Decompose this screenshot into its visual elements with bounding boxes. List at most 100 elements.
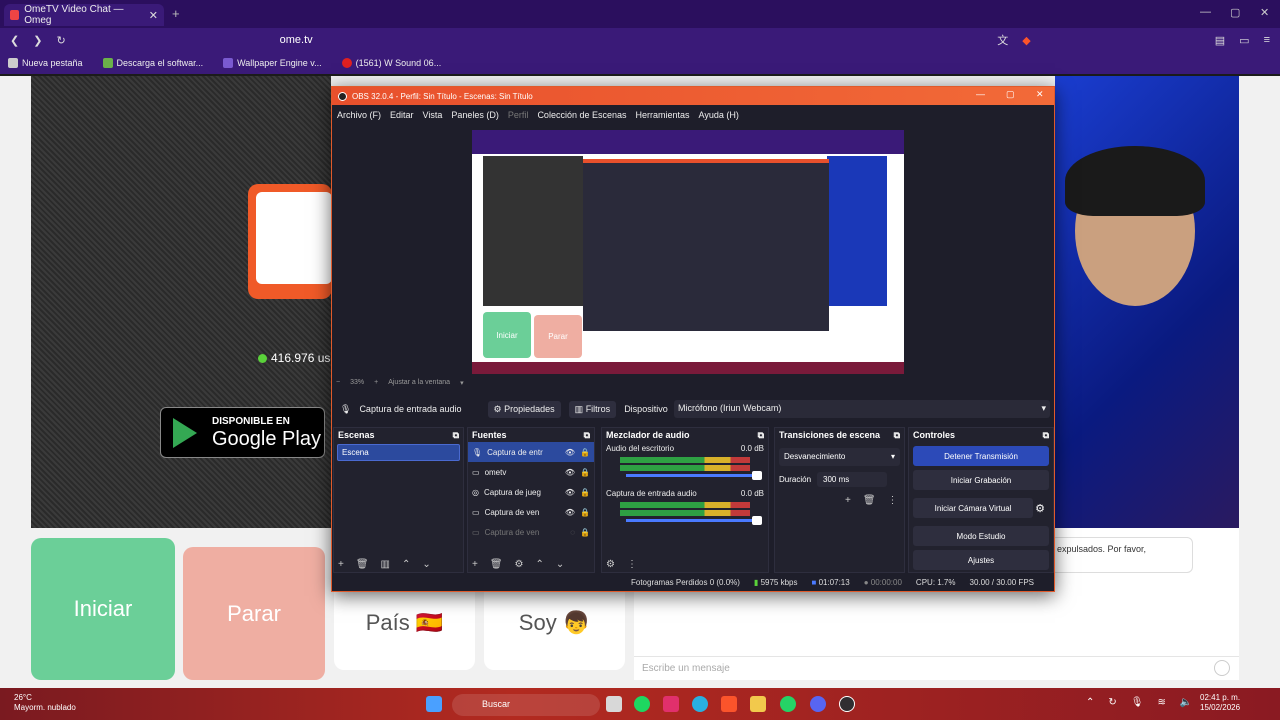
undock-icon[interactable]: ⧉ — [453, 430, 459, 440]
translate-icon[interactable]: 文 — [997, 32, 1008, 48]
brave-shield-icon[interactable]: ◆ — [1022, 34, 1030, 47]
menu-herramientas[interactable]: Herramientas — [636, 110, 690, 120]
source-row[interactable]: 🎙 Captura de entr 👁 🔒 — [468, 442, 594, 462]
instagram-icon[interactable] — [663, 696, 679, 712]
source-row[interactable]: ▭ Captura de ven 👁 🔒 — [468, 502, 594, 522]
maximize-icon[interactable]: ▢ — [1230, 6, 1240, 19]
lock-icon[interactable]: 🔒 — [580, 468, 590, 477]
gear-icon[interactable]: ⚙ — [515, 559, 524, 570]
source-row[interactable]: ▭ Captura de ven ◌ 🔒 — [468, 522, 594, 542]
bookmark-item[interactable]: Descarga el softwar... — [102, 58, 203, 69]
eye-icon[interactable]: 👁 — [565, 508, 575, 517]
menu-vista[interactable]: Vista — [423, 110, 443, 120]
more-icon[interactable]: ⋮ — [627, 559, 637, 570]
wallet-icon[interactable]: ▭ — [1239, 34, 1249, 47]
undock-icon[interactable]: ⧉ — [584, 430, 590, 440]
menu-coleccion[interactable]: Colección de Escenas — [537, 110, 626, 120]
obs-close-icon[interactable]: ✕ — [1036, 89, 1044, 100]
start-recording-button[interactable]: Iniciar Grabación — [913, 470, 1049, 490]
filters-button[interactable]: ▥ Filtros — [568, 400, 617, 418]
trash-icon[interactable]: 🗑 — [863, 495, 876, 506]
virtual-camera-button[interactable]: Iniciar Cámara Virtual — [913, 498, 1034, 518]
google-play-badge[interactable]: DISPONIBLE EN Google Play — [160, 407, 325, 458]
mic-muted-icon[interactable]: 🎙 — [1131, 697, 1144, 708]
add-icon[interactable]: + — [472, 559, 478, 570]
lock-icon[interactable]: 🔒 — [580, 448, 590, 457]
volume-slider[interactable] — [626, 516, 762, 525]
settings-button[interactable]: Ajustes — [913, 550, 1049, 570]
obs-minimize-icon[interactable]: — — [976, 89, 985, 99]
back-icon[interactable]: ❮ — [10, 34, 19, 47]
bookmark-item[interactable]: Nueva pestaña — [8, 58, 83, 69]
arrow-up-icon[interactable]: ⌃ — [536, 559, 544, 570]
windows-start-icon[interactable] — [426, 696, 442, 712]
close-window-icon[interactable]: ✕ — [1260, 6, 1269, 19]
chevron-down-icon[interactable]: ▾ — [460, 379, 464, 387]
duration-input[interactable]: 300 ms — [817, 472, 888, 487]
browser-tab[interactable]: OmeTV Video Chat — Omeg ✕ — [4, 4, 164, 26]
filter-icon[interactable]: ▥ — [381, 559, 390, 570]
lock-icon[interactable]: 🔒 — [580, 528, 590, 537]
url-field[interactable]: ome.tv — [280, 34, 313, 46]
discord-icon[interactable] — [810, 696, 826, 712]
menu-ayuda[interactable]: Ayuda (H) — [699, 110, 739, 120]
obs-preview[interactable]: Iniciar Parar — [472, 130, 904, 374]
minimize-icon[interactable]: — — [1200, 6, 1211, 18]
source-row[interactable]: ◎ Captura de jueg 👁 🔒 — [468, 482, 594, 502]
obs-icon[interactable] — [839, 696, 855, 712]
menu-perfil[interactable]: Perfil — [508, 110, 529, 120]
forward-icon[interactable]: ❯ — [33, 34, 42, 47]
volume-icon[interactable]: 🔈 — [1180, 697, 1192, 708]
zoom-in-icon[interactable]: + — [374, 379, 378, 387]
bookmark-item[interactable]: (1561) W Sound 06... — [341, 58, 441, 69]
stop-button[interactable]: Parar — [183, 547, 325, 680]
arrow-up-icon[interactable]: ⌃ — [402, 559, 410, 570]
sync-icon[interactable]: ↻ — [1108, 697, 1116, 708]
lock-icon[interactable]: 🔒 — [580, 508, 590, 517]
edge-icon[interactable] — [692, 696, 708, 712]
gear-icon[interactable]: ⚙ — [1035, 502, 1045, 515]
arrow-down-icon[interactable]: ⌄ — [422, 559, 430, 570]
emoji-icon[interactable] — [1214, 660, 1230, 676]
undock-icon[interactable]: ⧉ — [1043, 430, 1049, 440]
folder-icon[interactable] — [750, 696, 766, 712]
tab-close-icon[interactable]: ✕ — [149, 9, 158, 22]
advanced-audio-icon[interactable]: ⚙ — [606, 559, 615, 570]
new-tab-button[interactable]: + — [172, 6, 180, 21]
lock-icon[interactable]: 🔒 — [580, 488, 590, 497]
eye-icon[interactable]: 👁 — [565, 468, 575, 477]
undock-icon[interactable]: ⧉ — [894, 430, 900, 440]
source-row[interactable]: ▭ ometv 👁 🔒 — [468, 462, 594, 482]
menu-paneles[interactable]: Paneles (D) — [451, 110, 499, 120]
studio-mode-button[interactable]: Modo Estudio — [913, 526, 1049, 546]
eye-icon[interactable]: 👁 — [565, 488, 575, 497]
arrow-down-icon[interactable]: ⌄ — [556, 559, 564, 570]
clock[interactable]: 02:41 p. m. 15/02/2026 — [1200, 693, 1240, 713]
zoom-out-icon[interactable]: − — [336, 379, 340, 387]
transition-select[interactable]: Desvanecimiento ▾ — [779, 448, 900, 466]
device-select[interactable]: Micrófono (Iriun Webcam) ▾ — [674, 400, 1050, 418]
start-button[interactable]: Iniciar — [31, 538, 175, 680]
menu-editar[interactable]: Editar — [390, 110, 414, 120]
slider-knob[interactable] — [752, 471, 762, 480]
sidebar-icon[interactable]: ▤ — [1215, 34, 1225, 47]
undock-icon[interactable]: ⧉ — [758, 430, 764, 440]
message-input[interactable]: Escribe un mensaje — [634, 656, 1239, 680]
whatsapp-icon[interactable] — [780, 696, 796, 712]
bookmark-item[interactable]: Wallpaper Engine v... — [223, 58, 322, 69]
volume-slider[interactable] — [626, 471, 762, 480]
slider-knob[interactable] — [752, 516, 762, 525]
menu-archivo[interactable]: Archivo (F) — [337, 110, 381, 120]
more-icon[interactable]: ⋮ — [888, 495, 898, 506]
spotify-icon[interactable] — [634, 696, 650, 712]
add-icon[interactable]: + — [845, 495, 851, 506]
add-icon[interactable]: + — [338, 559, 344, 570]
menu-icon[interactable]: ≡ — [1264, 34, 1270, 46]
file-explorer-icon[interactable] — [606, 696, 622, 712]
wifi-icon[interactable]: ≋ — [1157, 697, 1165, 708]
eye-icon[interactable]: 👁 — [565, 448, 575, 457]
properties-button[interactable]: ⚙ Propiedades — [487, 400, 561, 418]
reload-icon[interactable]: ↻ — [56, 34, 65, 47]
trash-icon[interactable]: 🗑 — [356, 559, 369, 570]
scene-item[interactable]: Escena — [337, 444, 460, 461]
